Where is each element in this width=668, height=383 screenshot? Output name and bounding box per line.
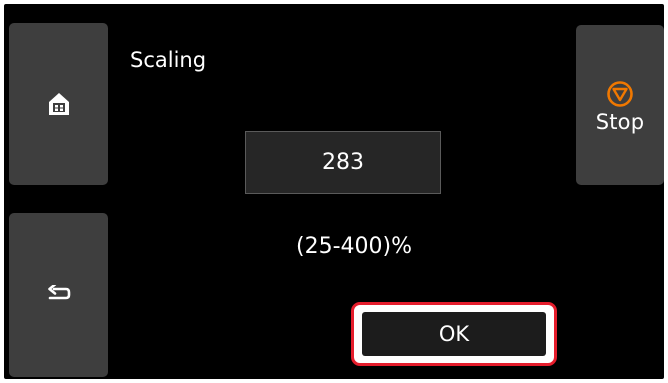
scaling-range-hint: (25-400)% — [296, 234, 412, 259]
stop-button[interactable]: Stop — [576, 25, 664, 185]
back-arrow-icon — [47, 285, 70, 300]
scaling-value-field[interactable]: 283 — [245, 131, 441, 194]
back-button[interactable] — [9, 213, 108, 377]
stop-icon — [607, 81, 633, 107]
home-icon — [48, 93, 69, 115]
stop-button-label: Stop — [595, 110, 645, 134]
ok-button[interactable]: OK — [362, 312, 546, 356]
page-title: Scaling — [130, 48, 207, 72]
printer-panel-screen: Scaling 283 (25-400)% OK Stop — [4, 4, 664, 379]
home-button[interactable] — [9, 23, 108, 185]
